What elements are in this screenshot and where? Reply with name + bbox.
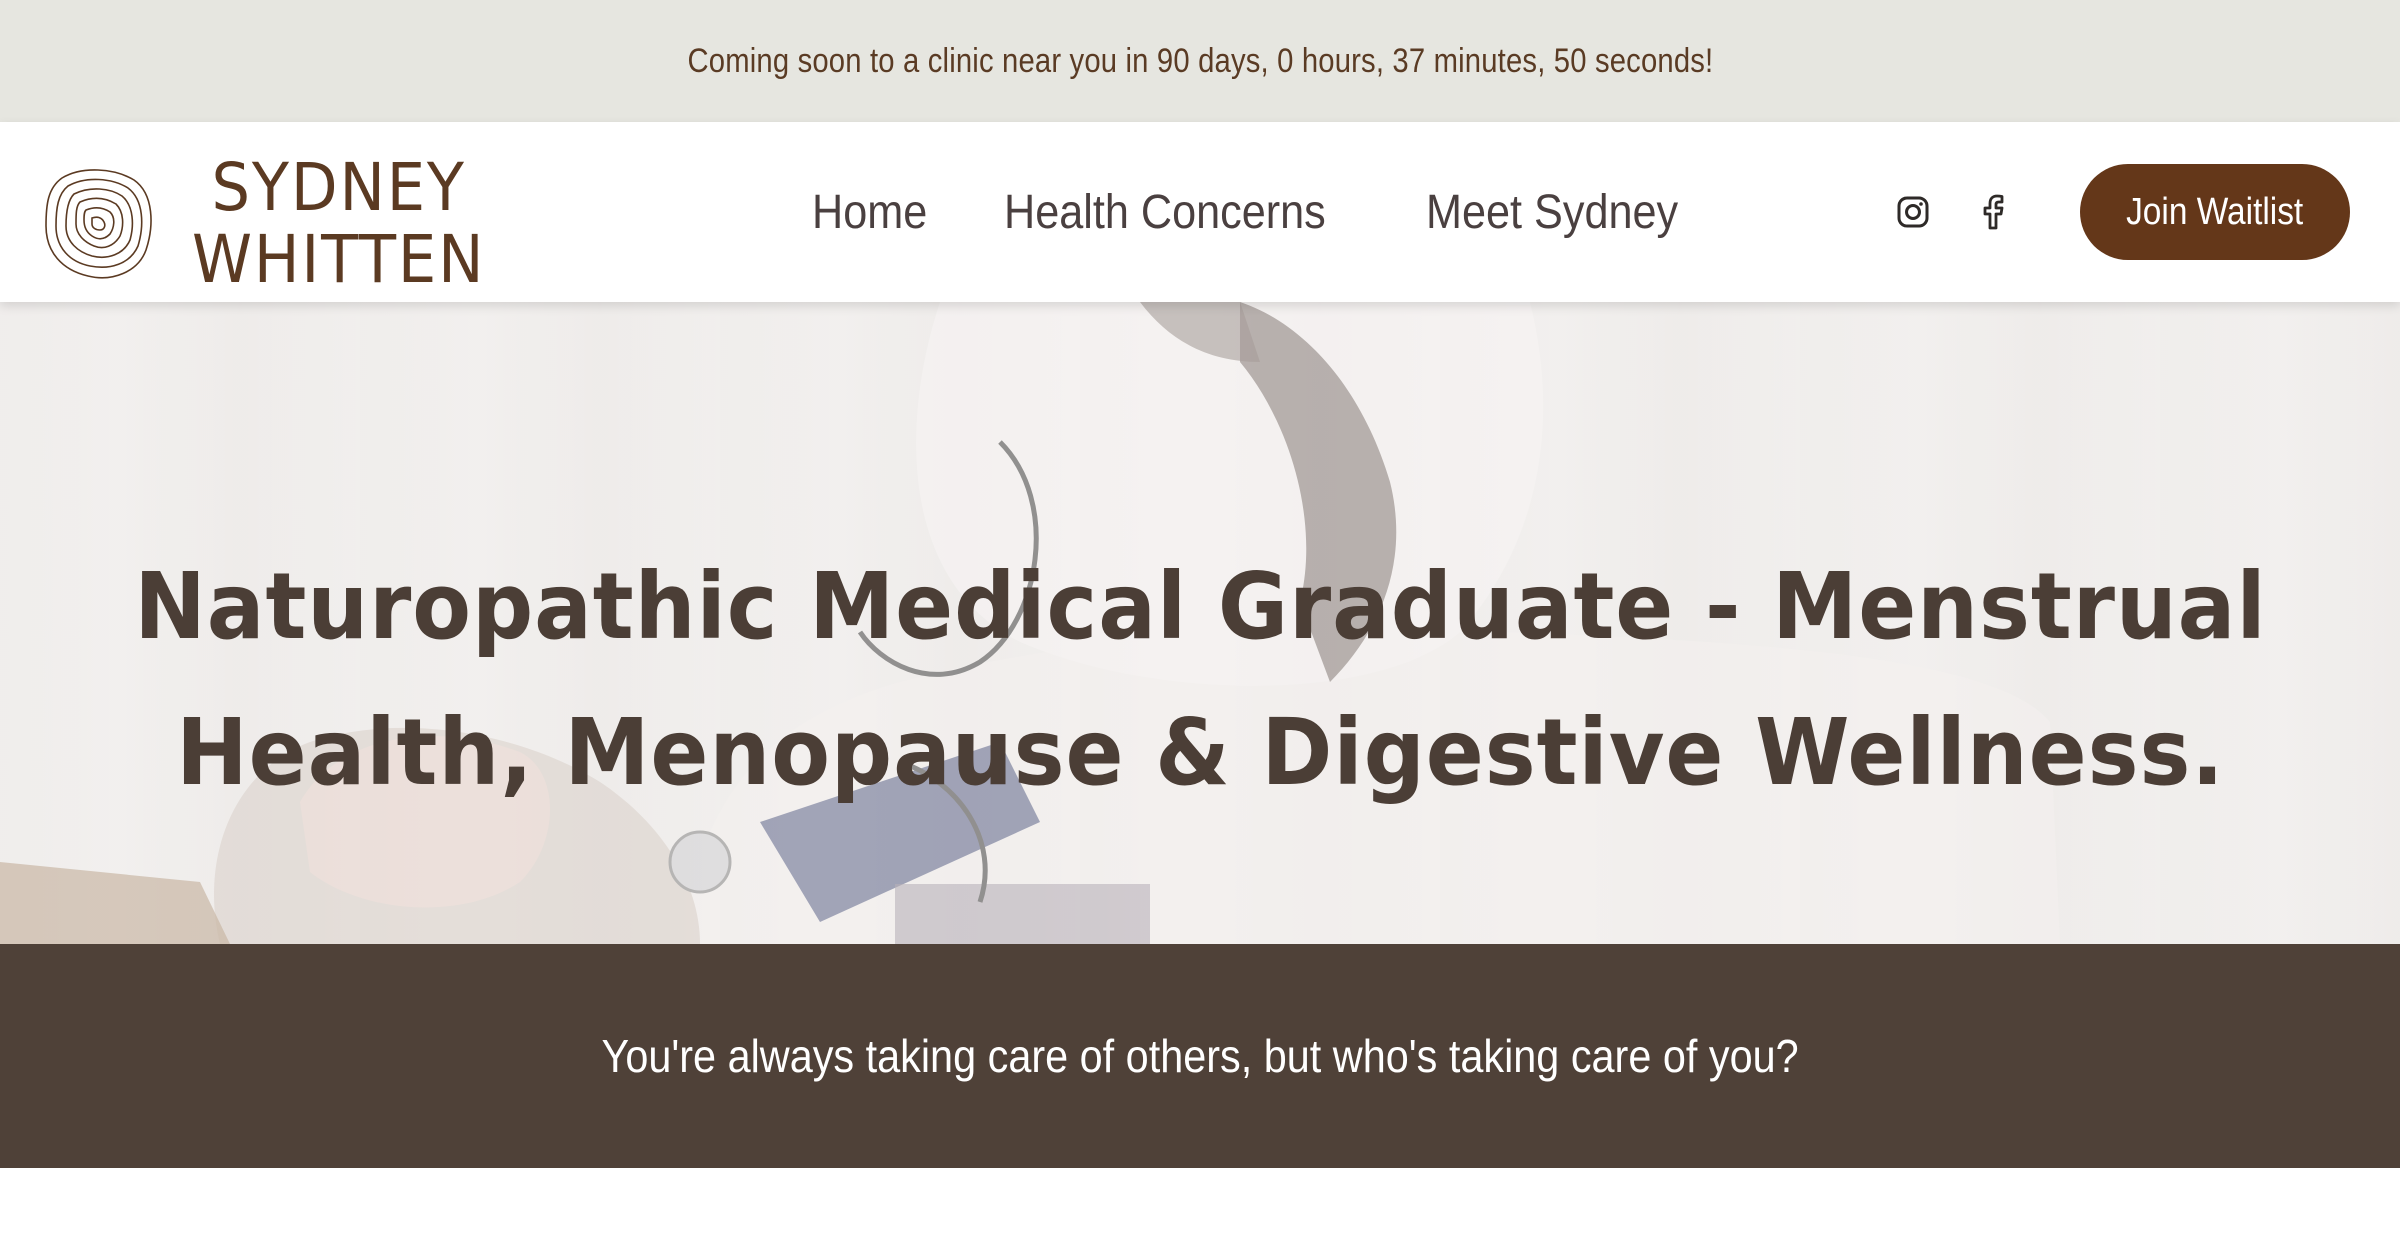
- site-header: SYDNEY WHITTEN Home Health Concerns Meet…: [0, 122, 2400, 302]
- hero-headline: Naturopathic Medical Graduate - Menstrua…: [0, 534, 2400, 826]
- countdown-text: Coming soon to a clinic near you in 90 d…: [687, 41, 1713, 80]
- logo-line-2: WHITTEN: [192, 221, 486, 298]
- facebook-icon[interactable]: [1973, 192, 2013, 232]
- nav-home-link[interactable]: Home: [812, 185, 927, 240]
- logo-line-1: SYDNEY: [211, 149, 466, 226]
- instagram-icon[interactable]: [1893, 192, 1933, 232]
- join-waitlist-label: Join Waitlist: [2126, 190, 2304, 233]
- hero-headline-line-1: Naturopathic Medical Graduate - Menstrua…: [133, 552, 2267, 660]
- logo-wordmark: SYDNEY WHITTEN: [192, 152, 485, 296]
- join-waitlist-button[interactable]: Join Waitlist: [2080, 164, 2350, 260]
- nav-meet-sydney-link[interactable]: Meet Sydney: [1426, 185, 1678, 240]
- hero-headline-line-2: Health, Menopause & Digestive Wellness.: [175, 698, 2225, 806]
- site-logo[interactable]: SYDNEY WHITTEN: [42, 152, 511, 296]
- page-content-start: [0, 1168, 2400, 1260]
- tagline-text: You're always taking care of others, but…: [601, 1030, 1799, 1082]
- tagline-band: You're always taking care of others, but…: [0, 944, 2400, 1168]
- main-nav: Home Health Concerns Meet Sydney: [812, 122, 1706, 302]
- hero-section: Naturopathic Medical Graduate - Menstrua…: [0, 302, 2400, 944]
- nav-health-concerns-link[interactable]: Health Concerns: [1004, 185, 1326, 240]
- tree-ring-logo-icon: [45, 169, 152, 279]
- announcement-bar: Coming soon to a clinic near you in 90 d…: [0, 0, 2400, 122]
